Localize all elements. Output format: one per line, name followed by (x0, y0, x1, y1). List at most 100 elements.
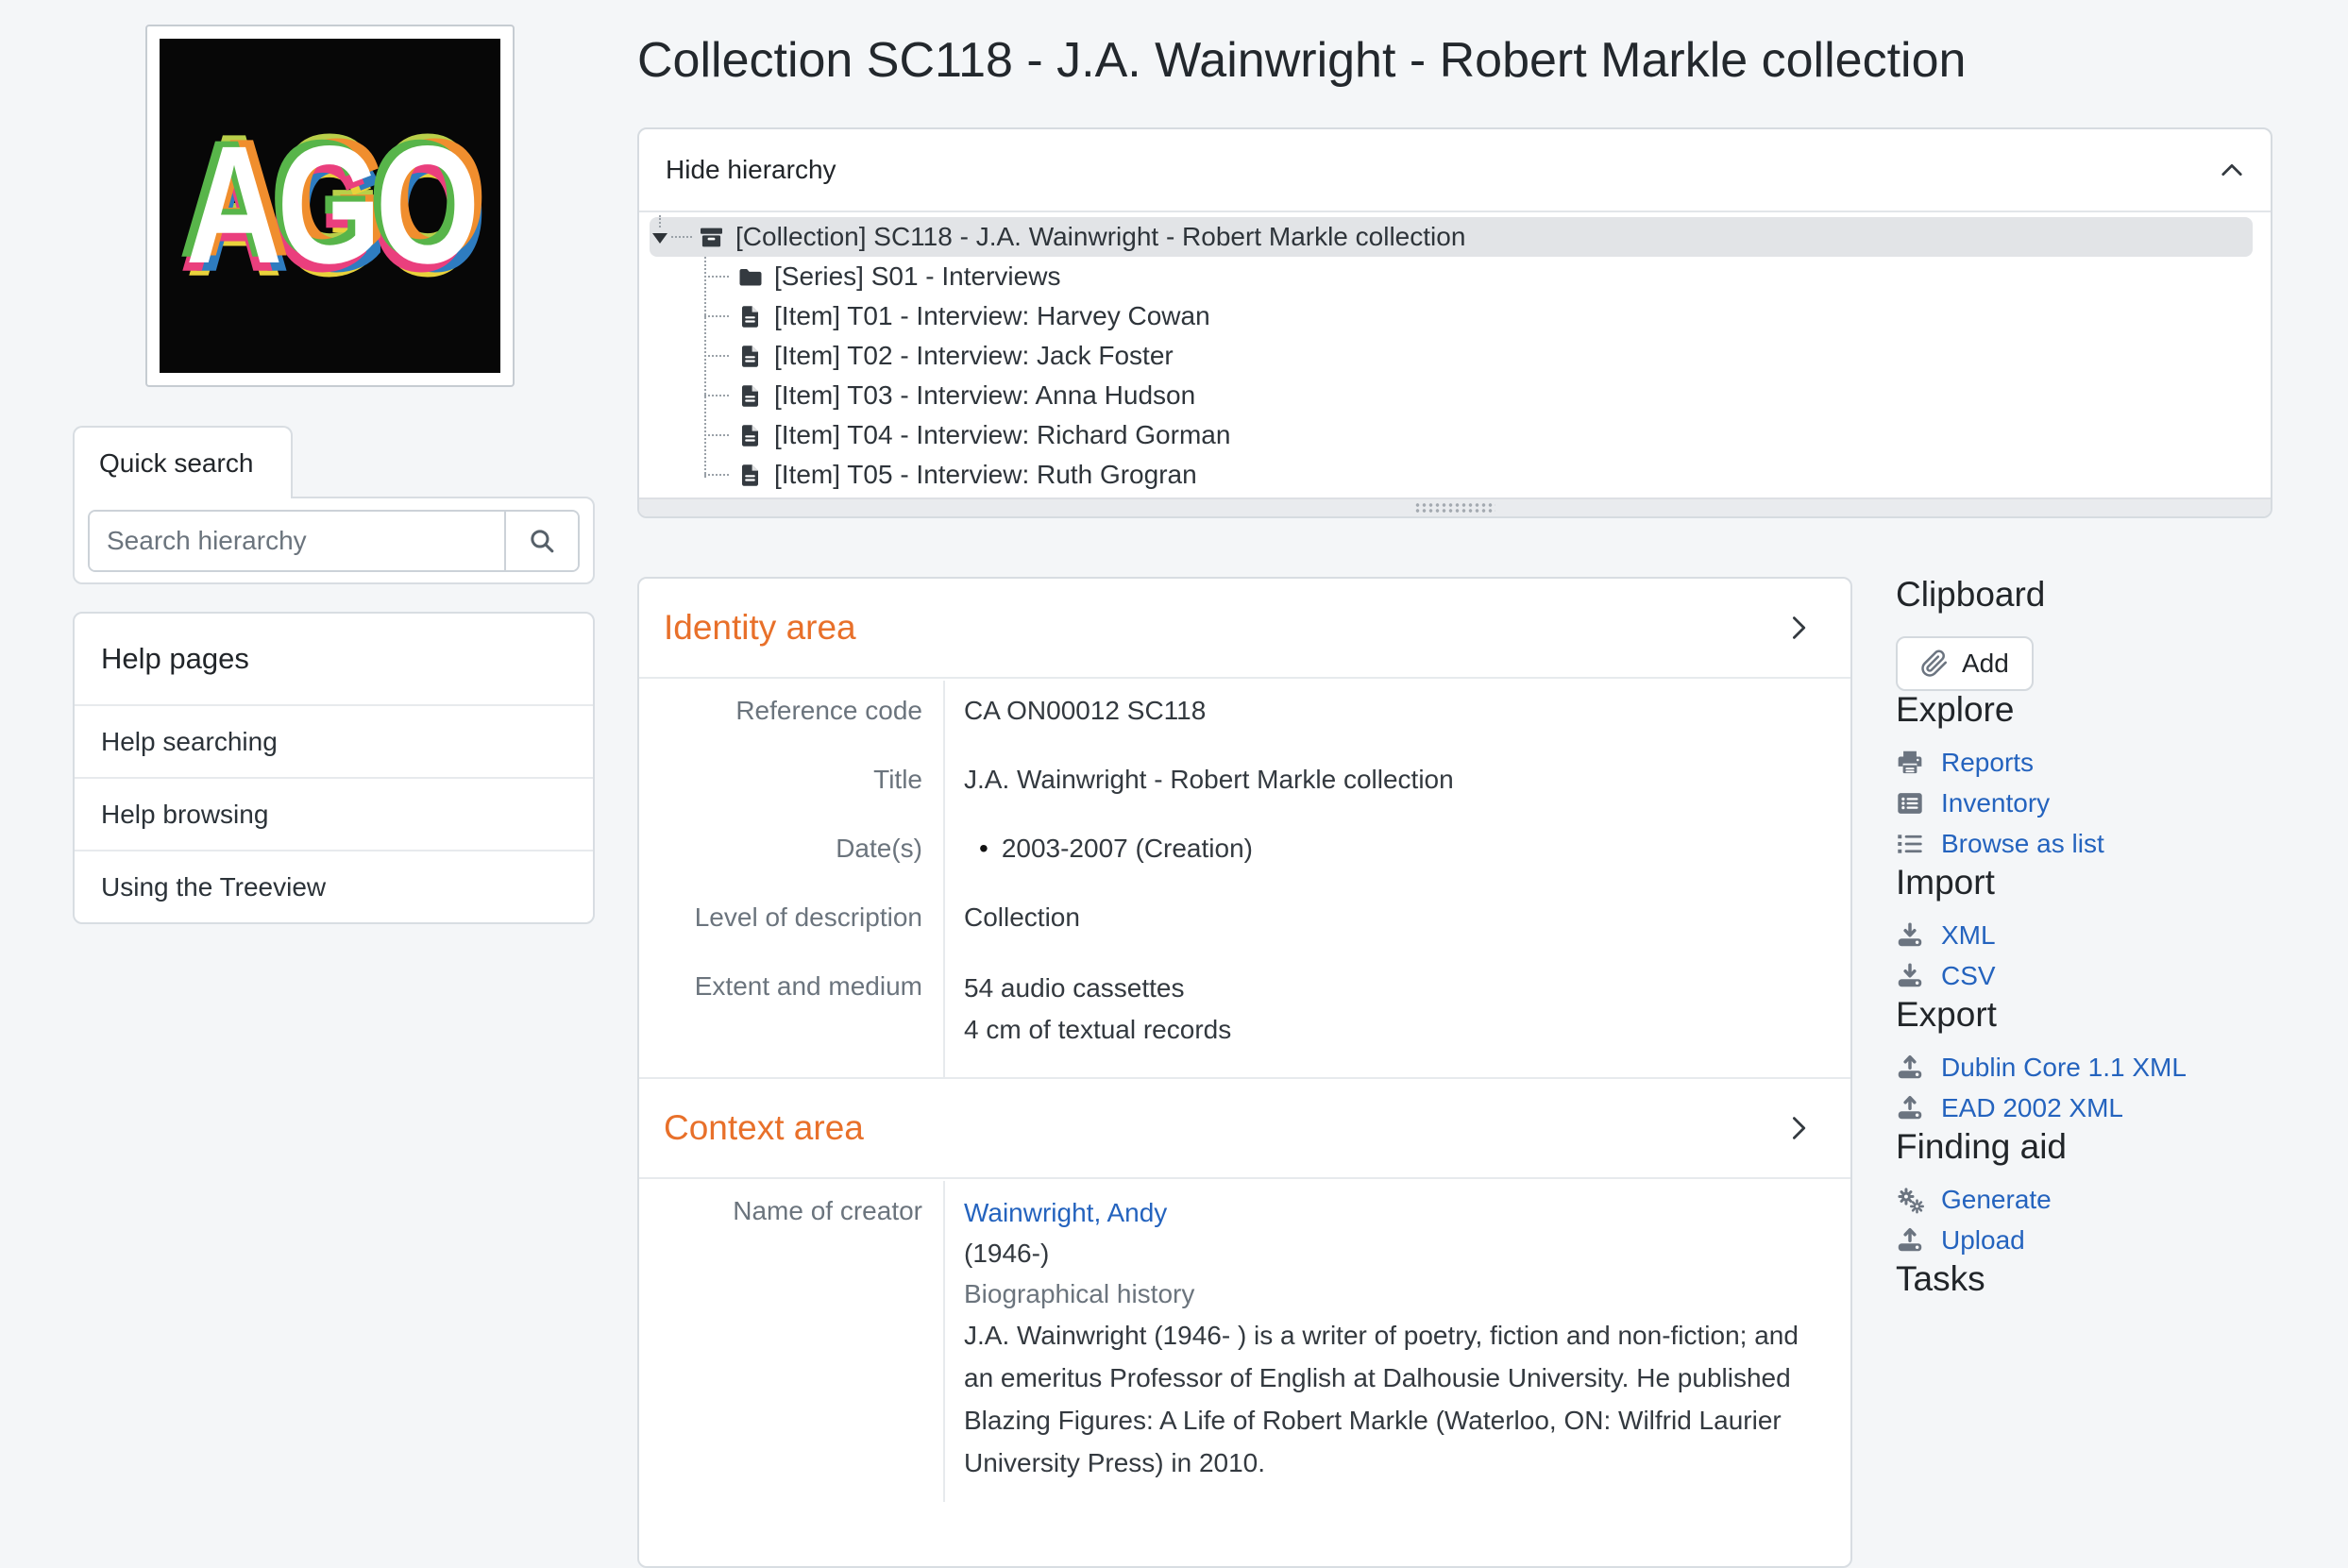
field-value: 2003-2007 (Creation) (945, 818, 1850, 887)
extent-line-1: 54 audio cassettes (964, 968, 1813, 1009)
help-item-label: Help searching (101, 727, 278, 757)
help-item-searching[interactable]: Help searching (75, 704, 593, 777)
field-value: Collection (945, 887, 1850, 956)
finding-aid-heading: Finding aid (1896, 1128, 2311, 1166)
ago-logo: AGO (145, 25, 515, 387)
export-ead-row: EAD 2002 XML (1896, 1087, 2311, 1128)
file-lines-icon (737, 344, 763, 369)
collapse-hierarchy-button[interactable] (2218, 156, 2246, 184)
export-dublin-core-link[interactable]: Dublin Core 1.1 XML (1941, 1053, 2187, 1083)
reports-row: Reports (1896, 742, 2311, 783)
identity-area-expand-button[interactable] (1784, 614, 1813, 642)
help-item-label: Using the Treeview (101, 872, 326, 902)
list-box-icon (1896, 789, 1924, 818)
tree-node-series[interactable]: [Series] S01 - Interviews (650, 257, 2253, 296)
context-area-title: Context area (664, 1108, 864, 1148)
export-dublin-core-row: Dublin Core 1.1 XML (1896, 1047, 2311, 1087)
extent-line-2: 4 cm of textual records (964, 1009, 1813, 1051)
import-csv-row: CSV (1896, 955, 2311, 996)
finding-aid-upload-link[interactable]: Upload (1941, 1225, 2025, 1256)
import-xml-row: XML (1896, 915, 2311, 955)
reports-link[interactable]: Reports (1941, 748, 2034, 778)
download-icon (1896, 921, 1924, 950)
clipboard-add-button[interactable]: Add (1896, 636, 2034, 691)
help-item-browsing[interactable]: Help browsing (75, 777, 593, 850)
tab-quick-search[interactable]: Quick search (73, 426, 293, 498)
context-fields: Name of creator Wainwright, Andy (1946-)… (639, 1179, 1850, 1502)
help-pages-heading: Help pages (75, 614, 593, 704)
tree-node-label: [Item] T02 - Interview: Jack Foster (774, 341, 1174, 371)
tree-node-item-t05[interactable]: [Item] T05 - Interview: Ruth Grogran (650, 455, 2253, 495)
export-ead-link[interactable]: EAD 2002 XML (1941, 1093, 2123, 1123)
ago-logo-image: AGO (160, 39, 500, 373)
clipboard-heading: Clipboard (1896, 576, 2311, 614)
folder-icon (737, 264, 763, 290)
field-row-extent: Extent and medium 54 audio cassettes 4 c… (639, 956, 1850, 1077)
upload-icon (1896, 1054, 1924, 1082)
tree-node-label: [Item] T05 - Interview: Ruth Grogran (774, 460, 1197, 490)
chevron-right-icon (1784, 1114, 1813, 1142)
inventory-link[interactable]: Inventory (1941, 788, 2050, 818)
field-label: Date(s) (639, 818, 945, 887)
add-button-label: Add (1962, 649, 2009, 679)
import-xml-link[interactable]: XML (1941, 920, 1996, 951)
gears-icon (1896, 1186, 1924, 1214)
treeview: [Collection] SC118 - J.A. Wainwright - R… (639, 212, 2271, 497)
tree-node-collection[interactable]: [Collection] SC118 - J.A. Wainwright - R… (650, 217, 2253, 257)
paperclip-icon (1920, 649, 1949, 678)
page-title: Collection SC118 - J.A. Wainwright - Rob… (637, 34, 2299, 88)
tree-node-label: [Item] T04 - Interview: Richard Gorman (774, 420, 1230, 450)
list-icon (1896, 830, 1924, 858)
tree-node-item-t03[interactable]: [Item] T03 - Interview: Anna Hudson (650, 376, 2253, 415)
biographical-history-text: J.A. Wainwright (1946- ) is a writer of … (964, 1314, 1813, 1484)
export-links: Dublin Core 1.1 XML EAD 2002 XML (1896, 1047, 2311, 1128)
tree-node-label: [Series] S01 - Interviews (774, 261, 1060, 292)
explore-links: Reports Inventory (1896, 742, 2311, 864)
export-heading: Export (1896, 996, 2311, 1034)
tree-node-item-t04[interactable]: [Item] T04 - Interview: Richard Gorman (650, 415, 2253, 455)
context-menu-sidebar: Clipboard Add Explore Reports (1896, 576, 2311, 1298)
chevron-right-icon (1784, 614, 1813, 642)
quick-search-tab-label: Quick search (99, 448, 253, 479)
search-button[interactable] (504, 512, 578, 570)
field-row-reference-code: Reference code CA ON00012 SC118 (639, 681, 1850, 750)
field-label: Reference code (639, 681, 945, 750)
download-icon (1896, 962, 1924, 990)
context-area-expand-button[interactable] (1784, 1114, 1813, 1142)
creator-link[interactable]: Wainwright, Andy (964, 1192, 1167, 1233)
import-csv-link[interactable]: CSV (1941, 961, 1996, 991)
field-label: Extent and medium (639, 956, 945, 1077)
printer-icon (1896, 749, 1924, 777)
hierarchy-panel-header: Hide hierarchy (639, 129, 2271, 212)
tree-guide-line (704, 257, 706, 478)
description-panel: Identity area Reference code CA ON00012 … (637, 577, 1852, 1568)
file-lines-icon (737, 304, 763, 329)
identity-fields: Reference code CA ON00012 SC118 Title J.… (639, 679, 1850, 1077)
field-value: Wainwright, Andy (1946-) Biographical hi… (945, 1181, 1850, 1502)
field-label: Title (639, 750, 945, 818)
finding-aid-generate-link[interactable]: Generate (1941, 1185, 2052, 1215)
help-item-treeview[interactable]: Using the Treeview (75, 850, 593, 922)
field-value: CA ON00012 SC118 (945, 681, 1850, 750)
file-lines-icon (737, 383, 763, 409)
file-lines-icon (737, 423, 763, 448)
tree-node-item-t01[interactable]: [Item] T01 - Interview: Harvey Cowan (650, 296, 2253, 336)
hide-hierarchy-toggle[interactable]: Hide hierarchy (666, 155, 836, 185)
field-label: Level of description (639, 887, 945, 956)
context-area-header: Context area (639, 1077, 1850, 1179)
date-value: 2003-2007 (Creation) (964, 834, 1253, 863)
browse-as-list-link[interactable]: Browse as list (1941, 829, 2104, 859)
quick-search-panel (73, 497, 595, 584)
tree-node-item-t02[interactable]: [Item] T02 - Interview: Jack Foster (650, 336, 2253, 376)
resize-grip-icon (1414, 502, 1495, 514)
explore-heading: Explore (1896, 691, 2311, 729)
tree-expand-caret[interactable] (652, 230, 667, 245)
field-row-level: Level of description Collection (639, 887, 1850, 956)
biographical-history-label: Biographical history (964, 1273, 1813, 1314)
tree-connector (671, 236, 692, 238)
field-label: Name of creator (639, 1181, 945, 1502)
finding-aid-links: Generate Upload (1896, 1179, 2311, 1260)
identity-area-header: Identity area (639, 579, 1850, 679)
tree-resize-handle[interactable] (639, 497, 2271, 516)
search-input[interactable] (90, 512, 504, 570)
